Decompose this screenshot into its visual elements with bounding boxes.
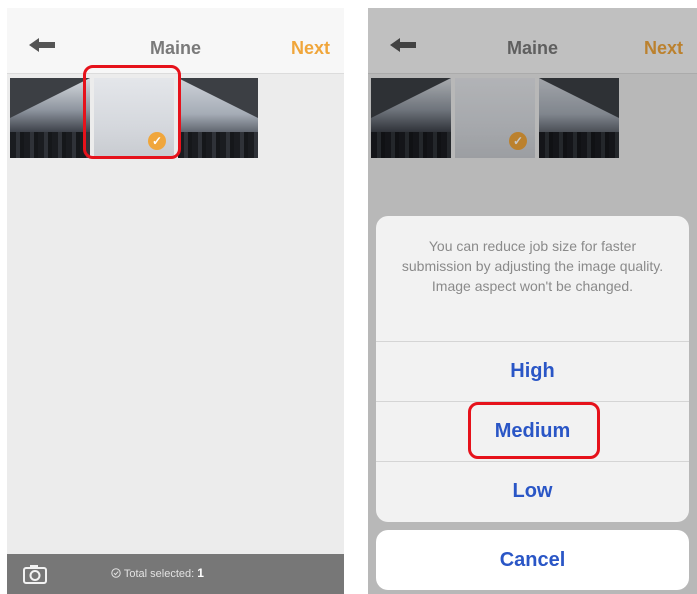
total-selected-label: Total selected: xyxy=(123,568,195,580)
next-button[interactable]: Next xyxy=(291,38,330,59)
action-sheet-message: You can reduce job size for faster submi… xyxy=(376,216,689,342)
photo-thumbnail[interactable] xyxy=(10,78,90,158)
quality-option-high[interactable]: High xyxy=(376,342,689,402)
highlight-annotation xyxy=(468,402,600,459)
photo-picker-screen: Maine Next ✓ Total selected: 1 xyxy=(7,8,344,594)
image-quality-action-sheet: You can reduce job size for faster submi… xyxy=(376,216,689,522)
photo-content xyxy=(178,132,258,158)
check-circle-icon xyxy=(111,568,121,578)
photo-content xyxy=(10,78,90,118)
photo-thumbnail[interactable] xyxy=(178,78,258,158)
bottom-toolbar: Total selected: 1 xyxy=(7,554,344,594)
nav-bar: Maine Next xyxy=(7,8,344,74)
photo-content xyxy=(10,132,90,158)
photo-content xyxy=(178,78,258,118)
total-selected: Total selected: 1 xyxy=(111,566,204,580)
camera-icon[interactable] xyxy=(23,564,47,584)
quality-option-low[interactable]: Low xyxy=(376,462,689,521)
quality-dialog-screen: Maine Next ✓ You can reduce job size for… xyxy=(368,8,697,594)
highlight-annotation xyxy=(83,65,181,159)
cancel-button[interactable]: Cancel xyxy=(376,530,689,590)
total-selected-count: 1 xyxy=(197,566,204,580)
